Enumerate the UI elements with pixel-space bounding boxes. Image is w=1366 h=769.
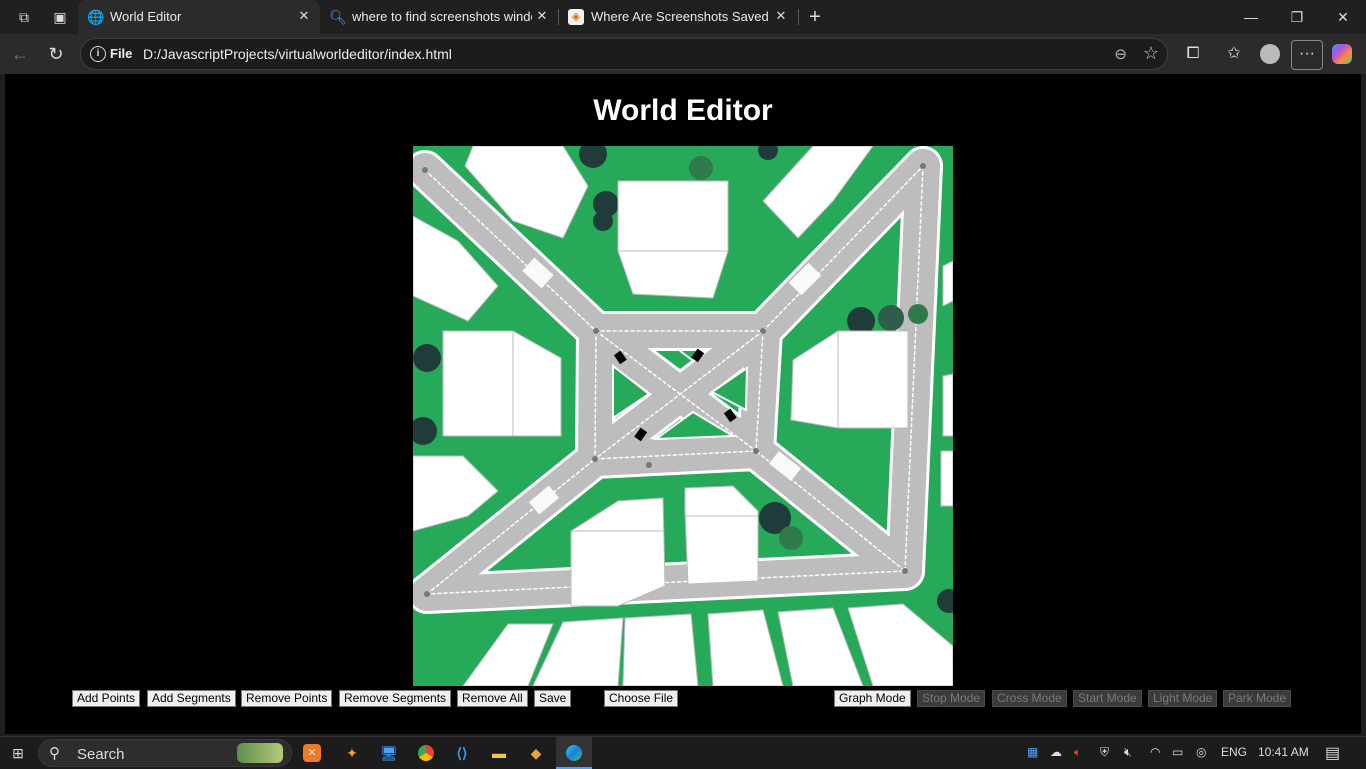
page-content: World Editor Add Points Add Segments Rem… [5, 74, 1361, 734]
vscode-icon[interactable]: ⟨⟩ [450, 742, 474, 764]
tab-search[interactable]: 🔍︎ where to find screenshots window ✕ [320, 0, 558, 34]
computer-icon[interactable]: 🖥︎ [377, 742, 401, 764]
edge-taskbar-icon[interactable] [556, 737, 592, 769]
tab-separator [798, 9, 799, 25]
world-canvas[interactable] [413, 146, 953, 686]
window-close-icon[interactable]: ✕ [1320, 0, 1366, 34]
search-icon: ⚲ [49, 745, 60, 762]
restore-icon[interactable]: ❐ [1274, 0, 1320, 34]
zoom-icon[interactable]: ⊖ [1114, 45, 1127, 63]
webcam-icon[interactable]: ◎ [1196, 745, 1206, 759]
search-highlight-image [237, 743, 283, 763]
favorites-icon[interactable]: ✩ [1222, 43, 1246, 65]
search-placeholder: Search [77, 746, 125, 763]
new-tab-icon[interactable]: + [804, 6, 826, 28]
add-points-button[interactable]: Add Points [72, 690, 141, 707]
battery-icon[interactable]: ▭ [1172, 745, 1183, 759]
tab-screenshots-article[interactable]: ◈ Where Are Screenshots Saved on ✕ [559, 0, 797, 34]
extensions-icon[interactable]: ⧠ [1181, 43, 1205, 65]
site-icon: ◈ [568, 9, 584, 25]
taskbar: ⊞ ⚲ Search ✕ ✦ 🖥︎ ⟨⟩ ▬ ◆ ▦ ☁ 🔈︎ ⛨ 🔇︎ ◠ ▭… [0, 736, 1366, 769]
tab-title: where to find screenshots window [352, 9, 532, 24]
wifi-icon[interactable]: ◠ [1150, 745, 1160, 759]
file-explorer-icon[interactable]: ▬ [487, 742, 511, 764]
light-mode-button[interactable]: Light Mode [1148, 690, 1218, 707]
vertical-tabs-icon[interactable]: ▣ [49, 6, 71, 28]
security-shield-icon[interactable]: ⛨ [1100, 745, 1109, 760]
clock[interactable]: 10:41 AM [1258, 745, 1309, 759]
editor-controls: Add Points Add Segments Remove Points Re… [5, 690, 1361, 710]
remove-segments-button[interactable]: Remove Segments [339, 690, 452, 707]
cross-mode-button[interactable]: Cross Mode [992, 690, 1067, 707]
tab-title: World Editor [110, 9, 182, 24]
app-icon[interactable]: ✦ [340, 742, 364, 764]
address-bar[interactable]: i File D:/JavascriptProjects/virtualworl… [80, 38, 1168, 70]
close-icon[interactable]: ✕ [296, 8, 312, 24]
start-mode-button[interactable]: Start Mode [1073, 690, 1142, 707]
minimize-icon[interactable]: — [1228, 0, 1274, 34]
park-mode-button[interactable]: Park Mode [1223, 690, 1292, 707]
volume-muted-icon[interactable]: 🔈︎ [1074, 745, 1081, 760]
stop-mode-button[interactable]: Stop Mode [917, 690, 986, 707]
tab-world-editor[interactable]: 🌐 World Editor ✕ [78, 0, 320, 34]
scheme-label: File [110, 46, 133, 61]
copilot-icon[interactable] [1330, 43, 1354, 65]
world-render [413, 146, 953, 686]
xampp-icon[interactable]: ✕ [303, 744, 321, 762]
refresh-icon[interactable]: ↻ [42, 40, 70, 68]
speaker-icon[interactable]: 🔇︎ [1124, 745, 1132, 760]
globe-icon: 🌐 [87, 9, 105, 25]
browser-toolbar: ← ↻ i File D:/JavascriptProjects/virtual… [0, 34, 1366, 74]
page-title: World Editor [593, 94, 773, 127]
url-text[interactable]: D:/JavascriptProjects/virtualworldeditor… [143, 46, 452, 62]
windows-start-icon[interactable]: ⊞ [6, 742, 30, 764]
tab-strip: ⧉ ▣ 🌐 World Editor ✕ 🔍︎ where to find sc… [0, 0, 1366, 34]
choose-file-button[interactable]: Choose File [604, 690, 679, 707]
workspaces-icon[interactable]: ⧉ [13, 6, 35, 28]
add-segments-button[interactable]: Add Segments [147, 690, 236, 707]
save-button[interactable]: Save [534, 690, 572, 707]
favorite-star-icon[interactable]: ☆ [1143, 43, 1159, 64]
tab-title: Where Are Screenshots Saved on [591, 9, 769, 24]
onedrive-icon[interactable]: ☁ [1050, 745, 1062, 759]
settings-more-icon[interactable]: ··· [1291, 40, 1323, 70]
remove-points-button[interactable]: Remove Points [241, 690, 333, 707]
search-icon: 🔍︎ [329, 9, 347, 25]
back-icon[interactable]: ← [6, 40, 34, 68]
graph-mode-button[interactable]: Graph Mode [834, 690, 911, 707]
remove-all-button[interactable]: Remove All [457, 690, 528, 707]
language-indicator[interactable]: ENG [1221, 745, 1247, 759]
info-icon[interactable]: i [90, 46, 106, 62]
chrome-icon[interactable] [414, 742, 438, 764]
tray-app-icon[interactable]: ▦ [1027, 745, 1038, 759]
close-icon[interactable]: ✕ [534, 8, 550, 24]
profile-avatar-icon[interactable] [1258, 43, 1282, 65]
close-icon[interactable]: ✕ [773, 8, 789, 24]
notifications-icon[interactable]: ▤ [1325, 743, 1340, 763]
taskbar-search[interactable]: ⚲ Search [38, 739, 292, 767]
git-icon[interactable]: ◆ [524, 742, 548, 764]
